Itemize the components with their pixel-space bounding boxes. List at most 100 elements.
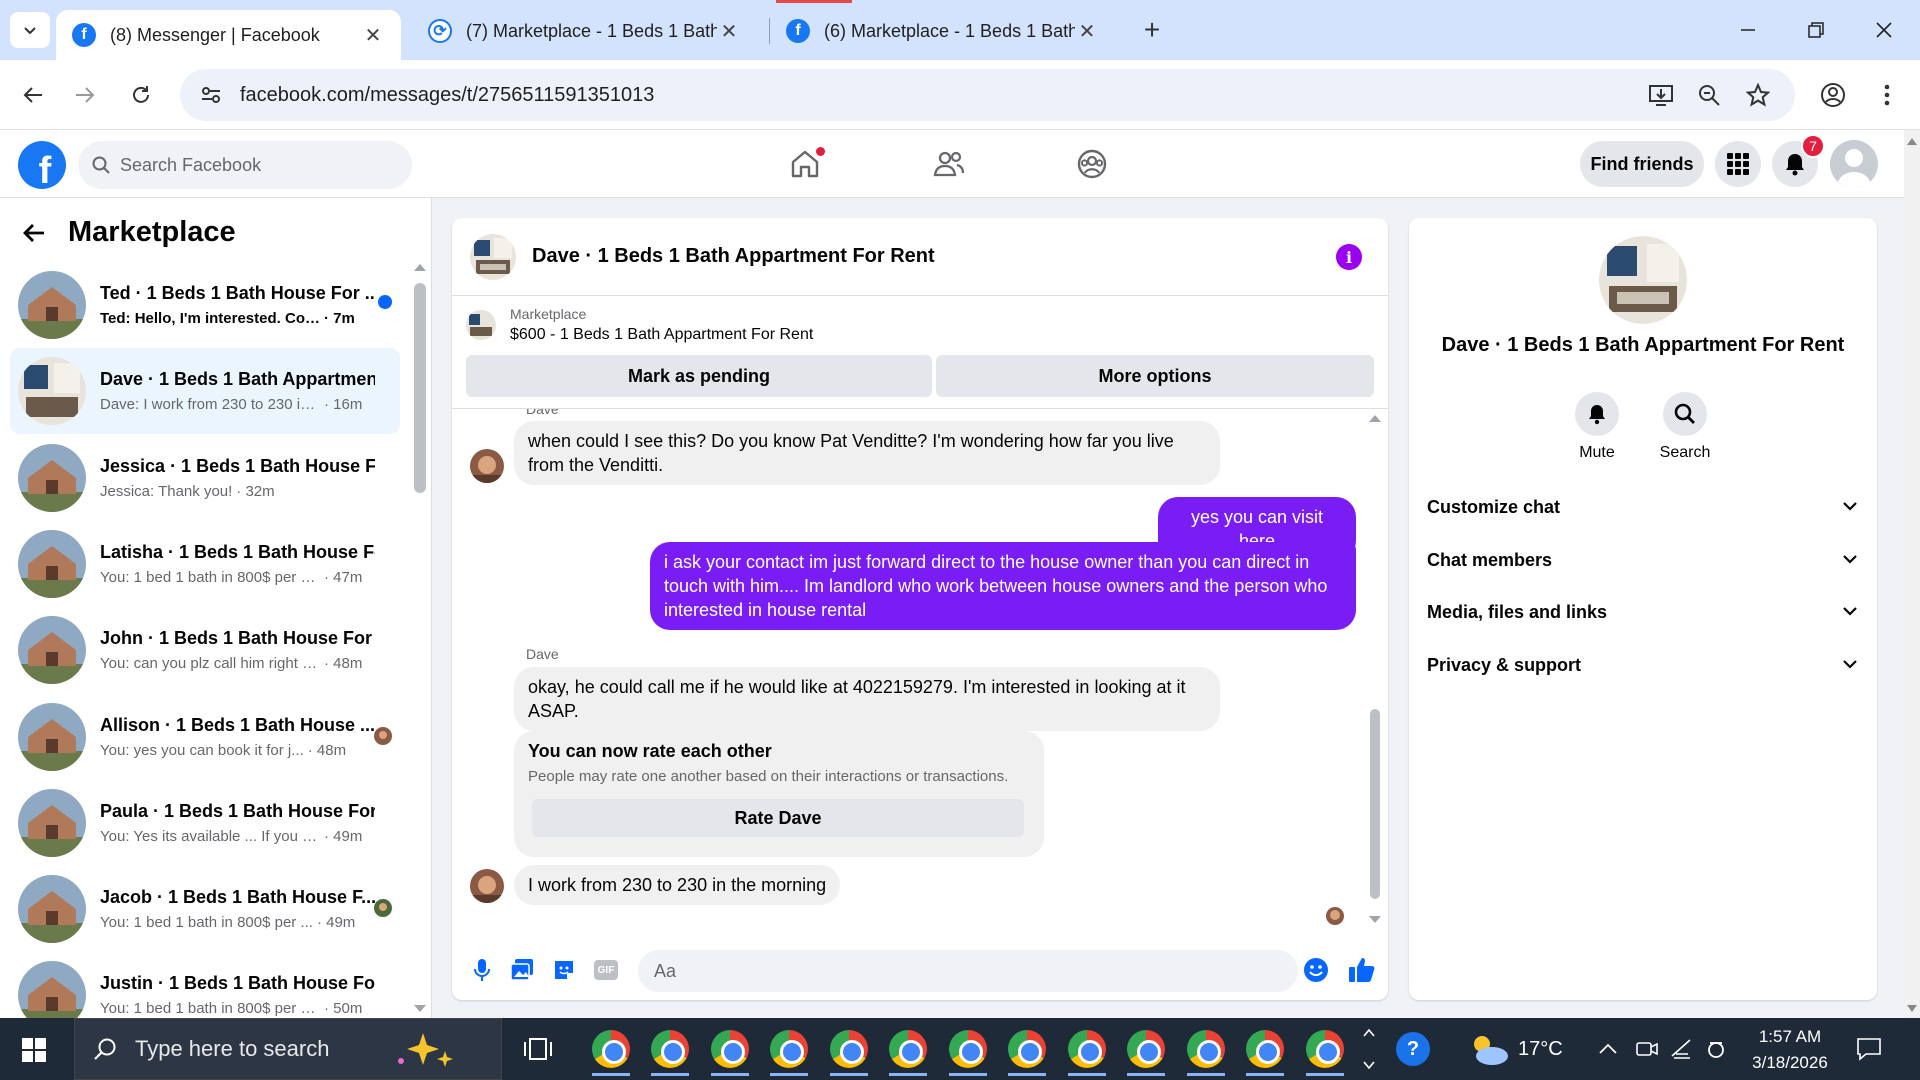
back-button[interactable] bbox=[16, 78, 50, 112]
close-tab-icon[interactable]: ✕ bbox=[361, 23, 385, 48]
sender-avatar[interactable] bbox=[470, 869, 504, 903]
search-in-conversation-button[interactable]: Search bbox=[1645, 392, 1725, 462]
info-icon[interactable]: i bbox=[1336, 244, 1362, 270]
gif-button[interactable]: GIF bbox=[592, 956, 620, 984]
weather-cloud-icon bbox=[1474, 1036, 1508, 1065]
attach-photo-button[interactable] bbox=[508, 956, 536, 984]
address-bar[interactable]: facebook.com/messages/t/2756511591351013 bbox=[180, 69, 1795, 121]
chat-members-row[interactable]: Chat members bbox=[1427, 540, 1857, 580]
conversation-item[interactable]: John · 1 Beds 1 Bath House For ... You: c… bbox=[10, 607, 400, 693]
nav-friends[interactable] bbox=[926, 144, 972, 184]
message-scrollbar[interactable] bbox=[1370, 709, 1380, 899]
taskbar-chrome-5[interactable] bbox=[830, 1030, 868, 1076]
facebook-logo[interactable]: f bbox=[18, 141, 66, 189]
find-friends-button[interactable]: Find friends bbox=[1580, 141, 1704, 187]
emoji-button[interactable] bbox=[1302, 956, 1330, 984]
panel-title: Marketplace bbox=[68, 216, 236, 248]
taskbar-chrome-1[interactable] bbox=[592, 1030, 630, 1076]
nav-groups[interactable] bbox=[1069, 144, 1115, 184]
browser-tab-marketplace-2[interactable]: f (6) Marketplace - 1 Beds 1 Bath ✕ bbox=[770, 10, 1115, 52]
taskbar-chrome-3[interactable] bbox=[711, 1030, 749, 1076]
show-hidden-icons[interactable] bbox=[1598, 1018, 1618, 1080]
taskbar-chrome-4[interactable] bbox=[770, 1030, 808, 1076]
close-window-button[interactable] bbox=[1864, 10, 1904, 50]
voice-clip-button[interactable] bbox=[468, 956, 496, 984]
close-tab-icon[interactable]: ✕ bbox=[717, 19, 741, 44]
page-scrollbar[interactable] bbox=[1904, 130, 1920, 1018]
conversation-item[interactable]: Latisha · 1 Beds 1 Bath House Fo... You: … bbox=[10, 521, 400, 607]
new-tab-button[interactable]: + bbox=[1138, 12, 1166, 48]
account-avatar[interactable] bbox=[1830, 140, 1878, 188]
menu-button[interactable] bbox=[1715, 141, 1761, 187]
mark-as-pending-button[interactable]: Mark as pending bbox=[466, 355, 932, 397]
conversation-item[interactable]: Jacob · 1 Beds 1 Bath House F... You: 1 b… bbox=[10, 866, 400, 952]
tab-search-button[interactable] bbox=[10, 12, 50, 48]
conversation-item[interactable]: Ted · 1 Beds 1 Bath House For ... Ted: He… bbox=[10, 262, 400, 348]
install-app-button[interactable] bbox=[1644, 78, 1678, 112]
listing-banner[interactable]: Marketplace $600 - 1 Beds 1 Bath Appartm… bbox=[466, 306, 813, 344]
taskbar-chrome-13[interactable] bbox=[1306, 1030, 1344, 1076]
chat-title[interactable]: Dave · 1 Beds 1 Bath Appartment For Rent bbox=[532, 245, 935, 268]
taskbar-chrome-2[interactable] bbox=[651, 1030, 689, 1076]
minimize-button[interactable] bbox=[1728, 10, 1768, 50]
taskbar-chrome-8[interactable] bbox=[1008, 1030, 1046, 1076]
help-app-icon[interactable]: ? bbox=[1396, 1032, 1430, 1066]
weather-widget[interactable] bbox=[1468, 1032, 1510, 1066]
scroll-down-icon[interactable] bbox=[1368, 915, 1382, 925]
mute-button[interactable]: Mute bbox=[1557, 392, 1637, 462]
sticker-button[interactable] bbox=[550, 956, 578, 984]
profile-button[interactable] bbox=[1816, 78, 1850, 112]
browser-menu-button[interactable] bbox=[1870, 78, 1904, 112]
temperature-text[interactable]: 17°C bbox=[1518, 1018, 1563, 1080]
browser-tab-marketplace-1[interactable]: ⟳ (7) Marketplace - 1 Beds 1 Bath ✕ bbox=[412, 10, 757, 52]
scroll-down-icon[interactable] bbox=[413, 1004, 427, 1014]
scroll-up-icon[interactable] bbox=[1368, 413, 1382, 423]
taskbar-search-input[interactable]: Type here to search bbox=[74, 1018, 502, 1080]
media-files-links-row[interactable]: Media, files and links bbox=[1427, 592, 1857, 632]
sync-icon[interactable] bbox=[1706, 1018, 1726, 1080]
network-icon[interactable] bbox=[1670, 1018, 1694, 1080]
taskbar-chrome-12[interactable] bbox=[1246, 1030, 1284, 1076]
reload-button[interactable] bbox=[124, 78, 158, 112]
conversation-time: · 48m bbox=[307, 741, 347, 759]
taskbar-chrome-6[interactable] bbox=[889, 1030, 927, 1076]
taskbar-chrome-7[interactable] bbox=[949, 1030, 987, 1076]
message-input[interactable]: Aa bbox=[638, 950, 1298, 992]
taskbar-chrome-11[interactable] bbox=[1187, 1030, 1225, 1076]
scroll-up-icon[interactable] bbox=[1906, 136, 1918, 146]
conversation-item[interactable]: Allison · 1 Beds 1 Bath House ... You: ye… bbox=[10, 694, 400, 780]
close-tab-icon[interactable]: ✕ bbox=[1075, 19, 1099, 44]
task-view-button[interactable] bbox=[524, 1036, 552, 1062]
forward-button[interactable] bbox=[68, 78, 102, 112]
more-options-button[interactable]: More options bbox=[936, 355, 1374, 397]
conversation-preview: You: Yes its available ... If you are ..… bbox=[100, 827, 320, 845]
privacy-support-row[interactable]: Privacy & support bbox=[1427, 645, 1857, 685]
notification-center-button[interactable] bbox=[1856, 1036, 1882, 1062]
site-info-icon[interactable] bbox=[200, 84, 222, 106]
taskbar-scroll-arrows[interactable] bbox=[1362, 1026, 1376, 1072]
browser-tab-messenger[interactable]: f (8) Messenger | Facebook ✕ bbox=[56, 10, 401, 60]
sender-avatar[interactable] bbox=[470, 449, 504, 483]
rate-dave-button[interactable]: Rate Dave bbox=[532, 799, 1024, 837]
taskbar-chrome-9[interactable] bbox=[1068, 1030, 1106, 1076]
like-button[interactable] bbox=[1348, 956, 1376, 984]
back-arrow-icon[interactable] bbox=[22, 221, 46, 245]
system-clock[interactable]: 1:57 AM 3/18/2026 bbox=[1742, 1024, 1838, 1076]
details-avatar[interactable] bbox=[1599, 236, 1687, 324]
chat-avatar[interactable] bbox=[470, 233, 516, 280]
bookmark-button[interactable] bbox=[1741, 78, 1775, 112]
scroll-down-icon[interactable] bbox=[1906, 1004, 1918, 1014]
zoom-button[interactable] bbox=[1692, 78, 1726, 112]
meet-now-icon[interactable] bbox=[1636, 1018, 1658, 1080]
restore-button[interactable] bbox=[1796, 10, 1836, 50]
taskbar-chrome-10[interactable] bbox=[1127, 1030, 1165, 1076]
scroll-up-icon[interactable] bbox=[413, 262, 427, 272]
conversation-item[interactable]: Dave · 1 Beds 1 Bath Appartmen... Dave: I… bbox=[10, 348, 400, 435]
conversation-scrollbar[interactable] bbox=[414, 283, 426, 493]
conversation-item[interactable]: Paula · 1 Beds 1 Bath House For ... You: … bbox=[10, 780, 400, 866]
search-icon bbox=[92, 156, 110, 174]
conversation-item[interactable]: Jessica · 1 Beds 1 Bath House Fo... Jessi… bbox=[10, 435, 400, 521]
customize-chat-row[interactable]: Customize chat bbox=[1427, 487, 1857, 527]
facebook-search-input[interactable]: Search Facebook bbox=[78, 141, 412, 189]
start-button[interactable] bbox=[22, 1038, 46, 1062]
